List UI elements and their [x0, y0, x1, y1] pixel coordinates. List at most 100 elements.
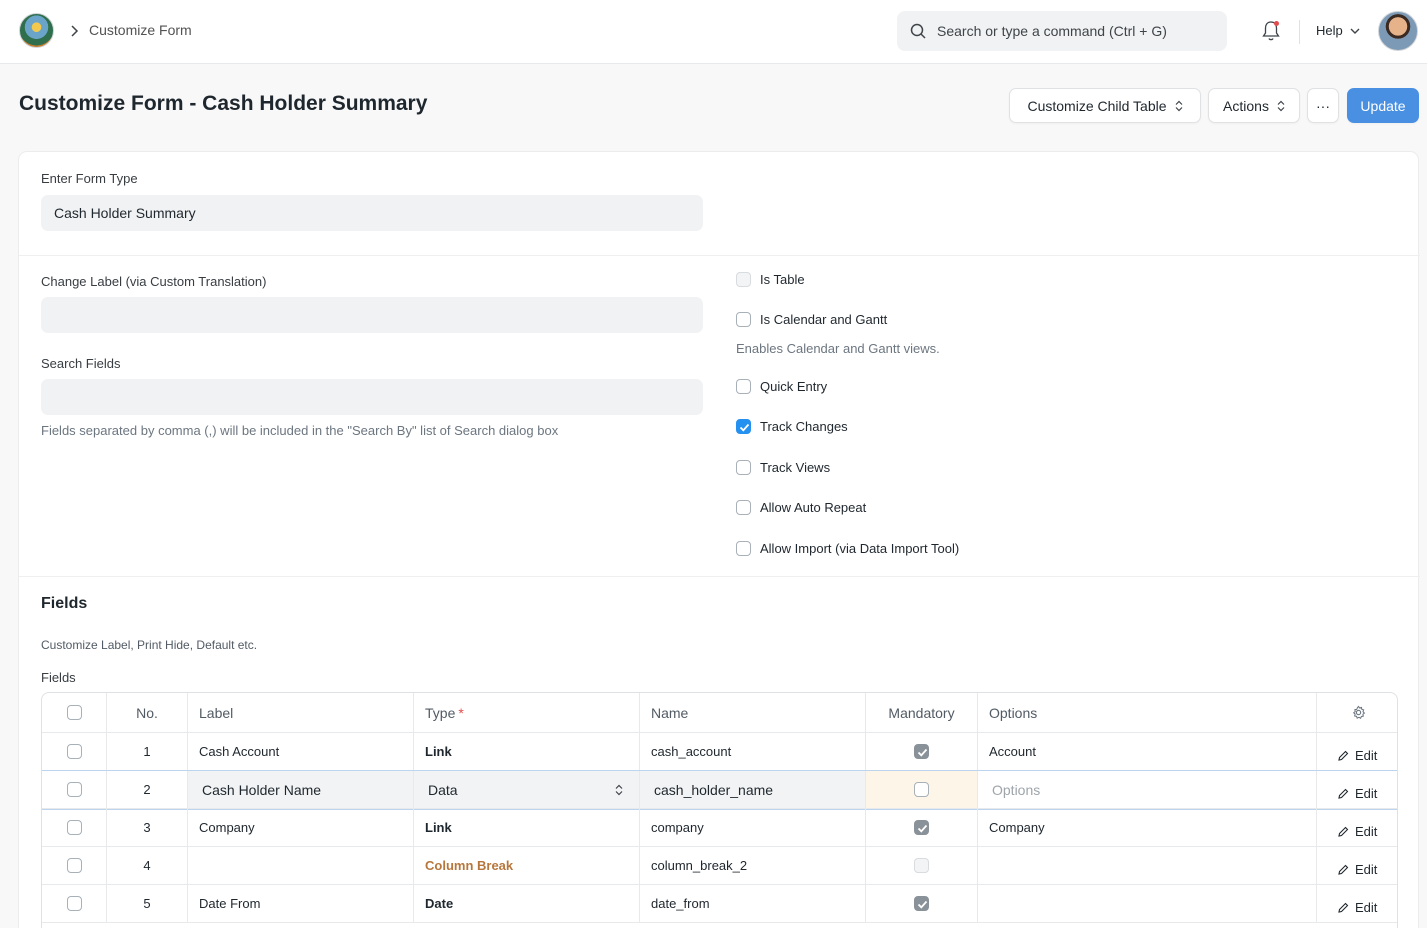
column-header-no: No. [107, 693, 188, 732]
fields-grid: No. Label Type * Name Mandatory Options 1… [41, 692, 1398, 928]
row-mandatory-cell [866, 885, 978, 922]
quick-entry-checkbox[interactable] [736, 379, 751, 394]
row-label[interactable]: Date From [188, 885, 414, 922]
search-icon [910, 23, 926, 39]
row-edit-button[interactable]: Edit [1317, 809, 1397, 846]
table-row[interactable]: 1 Cash Account Link cash_account Account… [42, 733, 1397, 771]
actions-button[interactable]: Actions [1208, 88, 1300, 123]
row-no: 1 [107, 733, 188, 770]
table-row[interactable]: 5 Date From Date date_from Edit [42, 885, 1397, 923]
breadcrumb[interactable]: Customize Form [89, 22, 192, 38]
table-row-active[interactable]: 2 Cash Holder Name Data cash_holder_name… [42, 770, 1397, 810]
row-label[interactable]: Cash Account [188, 733, 414, 770]
navbar-divider [1299, 20, 1300, 44]
mandatory-checkbox[interactable] [914, 896, 929, 911]
notification-dot [1274, 21, 1279, 26]
edit-label: Edit [1355, 824, 1378, 839]
row-fieldname[interactable]: date_from [640, 885, 866, 922]
row-edit-button[interactable]: Edit [1317, 733, 1397, 770]
row-type[interactable]: Column Break [414, 847, 640, 884]
is-table-checkbox[interactable] [736, 272, 751, 287]
row-type-value: Data [428, 781, 458, 798]
row-mandatory-cell [866, 733, 978, 770]
row-type[interactable]: Date [414, 885, 640, 922]
mandatory-checkbox[interactable] [914, 744, 929, 759]
fields-grid-label: Fields [41, 670, 76, 685]
select-all-cell [42, 693, 107, 732]
row-select-cell [42, 847, 107, 884]
row-options[interactable] [978, 885, 1317, 922]
row-select-checkbox[interactable] [66, 782, 82, 797]
pencil-icon [1338, 750, 1349, 761]
track-views-label: Track Views [760, 460, 831, 475]
pencil-icon [1338, 864, 1349, 875]
row-no: 3 [107, 809, 188, 846]
row-options[interactable]: Company [978, 809, 1317, 846]
section-divider [19, 576, 1420, 577]
row-type-select[interactable]: Data [414, 771, 640, 808]
section-divider [19, 255, 1420, 256]
track-changes-checkbox[interactable] [736, 419, 751, 434]
row-select-checkbox[interactable] [66, 820, 82, 835]
pencil-icon [1338, 788, 1349, 799]
row-fieldname[interactable]: company [640, 809, 866, 846]
grid-settings-cell [1317, 693, 1397, 732]
row-options-input[interactable]: Options [978, 771, 1317, 808]
table-row[interactable]: 4 Column Break column_break_2 Edit [42, 847, 1397, 885]
track-changes-label: Track Changes [760, 419, 848, 434]
row-edit-button[interactable]: Edit [1317, 885, 1397, 922]
top-navbar: Customize Form Search or type a command … [0, 0, 1427, 64]
row-select-checkbox[interactable] [66, 896, 82, 911]
select-all-checkbox[interactable] [66, 705, 82, 720]
row-label[interactable]: Company [188, 809, 414, 846]
mandatory-checkbox[interactable] [914, 782, 929, 797]
row-label[interactable] [188, 847, 414, 884]
row-label-input[interactable]: Cash Holder Name [188, 771, 414, 808]
update-button[interactable]: Update [1347, 88, 1419, 123]
row-no: 4 [107, 847, 188, 884]
column-header-mandatory: Mandatory [866, 693, 978, 732]
mandatory-checkbox[interactable] [914, 820, 929, 835]
app-logo[interactable] [19, 13, 54, 48]
column-header-label: Label [188, 693, 414, 732]
mandatory-checkbox[interactable] [914, 858, 929, 873]
row-select-cell [42, 885, 107, 922]
row-fieldname-input[interactable]: cash_holder_name [640, 771, 866, 808]
allow-auto-repeat-checkbox[interactable] [736, 500, 751, 515]
quick-entry-label: Quick Entry [760, 379, 828, 394]
row-fieldname[interactable]: column_break_2 [640, 847, 866, 884]
form-type-input[interactable]: Cash Holder Summary [41, 195, 703, 231]
track-views-checkbox[interactable] [736, 460, 751, 475]
more-options-button[interactable]: ··· [1307, 88, 1339, 123]
search-bar[interactable]: Search or type a command (Ctrl + G) [897, 11, 1227, 51]
change-label-input[interactable] [41, 297, 703, 333]
row-edit-button[interactable]: Edit [1317, 771, 1397, 808]
gear-icon[interactable] [1351, 705, 1366, 720]
search-fields-label: Search Fields [41, 356, 121, 371]
is-calendar-gantt-label: Is Calendar and Gantt [760, 312, 888, 327]
search-input[interactable]: Search or type a command (Ctrl + G) [937, 23, 1167, 39]
user-avatar[interactable] [1378, 11, 1418, 51]
row-type[interactable]: Link [414, 733, 640, 770]
row-select-cell [42, 809, 107, 846]
allow-import-checkbox[interactable] [736, 541, 751, 556]
row-edit-button[interactable]: Edit [1317, 847, 1397, 884]
row-select-checkbox[interactable] [66, 858, 82, 873]
row-options[interactable] [978, 847, 1317, 884]
allow-import-label: Allow Import (via Data Import Tool) [760, 541, 960, 556]
is-table-label: Is Table [760, 272, 805, 287]
row-type[interactable]: Link [414, 809, 640, 846]
pencil-icon [1338, 902, 1349, 913]
customize-child-table-button[interactable]: Customize Child Table [1009, 88, 1201, 123]
row-options[interactable]: Account [978, 733, 1317, 770]
search-fields-input[interactable] [41, 379, 703, 415]
table-row[interactable]: 3 Company Link company Company Edit [42, 809, 1397, 847]
row-mandatory-cell [866, 847, 978, 884]
row-select-checkbox[interactable] [66, 744, 82, 759]
page-title: Customize Form - Cash Holder Summary [19, 92, 428, 115]
form-type-label: Enter Form Type [41, 171, 138, 186]
help-menu[interactable]: Help [1316, 23, 1343, 38]
is-calendar-gantt-checkbox[interactable] [736, 312, 751, 327]
row-fieldname[interactable]: cash_account [640, 733, 866, 770]
fields-section-title: Fields [41, 595, 88, 612]
